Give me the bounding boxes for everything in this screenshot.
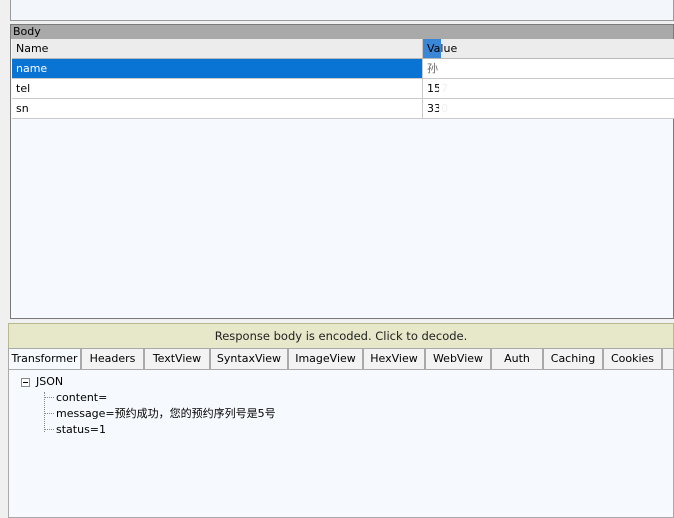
column-header-name[interactable]: Name bbox=[12, 39, 423, 58]
redaction-blur bbox=[439, 101, 579, 116]
inspector-tabs: Transformer Headers TextView SyntaxView … bbox=[0, 348, 674, 369]
tree-connector bbox=[44, 392, 45, 432]
tab-transformer[interactable]: Transformer bbox=[8, 348, 81, 369]
tab-cookies[interactable]: Cookies bbox=[603, 348, 662, 369]
redaction-blur bbox=[439, 81, 559, 96]
tree-node-content[interactable]: content= bbox=[56, 391, 107, 405]
request-body-grid: Body Name Value name 孙 tel 157 sn 330 bbox=[10, 24, 674, 319]
row-name-cell[interactable]: name bbox=[12, 59, 423, 78]
redaction-blur bbox=[439, 61, 559, 76]
row-name-cell[interactable]: tel bbox=[12, 79, 423, 98]
decode-notice-bar[interactable]: Response body is encoded. Click to decod… bbox=[8, 323, 674, 349]
table-row[interactable]: sn 330 bbox=[12, 99, 674, 119]
tab-hexview[interactable]: HexView bbox=[363, 348, 425, 369]
tab-imageview[interactable]: ImageView bbox=[288, 348, 363, 369]
collapse-icon[interactable] bbox=[21, 378, 30, 387]
row-value-cell[interactable]: 孙 bbox=[423, 59, 674, 78]
tree-connector bbox=[44, 397, 54, 398]
tab-auth[interactable]: Auth bbox=[491, 348, 543, 369]
tab-caching[interactable]: Caching bbox=[543, 348, 603, 369]
tree-root-json[interactable]: JSON bbox=[36, 375, 63, 389]
row-name-cell[interactable]: sn bbox=[12, 99, 423, 118]
tab-overflow[interactable] bbox=[662, 348, 674, 369]
row-value-cell[interactable]: 330 bbox=[423, 99, 674, 118]
tab-webview[interactable]: WebView bbox=[425, 348, 491, 369]
grid-header-row: Name Value bbox=[12, 39, 674, 59]
body-section-title: Body bbox=[11, 25, 673, 39]
json-tree-view: JSON content= message=预约成功，您的预约序列号是5号 st… bbox=[8, 369, 674, 518]
tree-node-message[interactable]: message=预约成功，您的预约序列号是5号 bbox=[56, 407, 276, 421]
tree-connector bbox=[44, 429, 54, 430]
row-value-text: 孙 bbox=[427, 62, 438, 75]
tab-headers[interactable]: Headers bbox=[81, 348, 144, 369]
row-value-cell[interactable]: 157 bbox=[423, 79, 674, 98]
tree-connector bbox=[44, 413, 54, 414]
tab-textview[interactable]: TextView bbox=[144, 348, 210, 369]
table-row[interactable]: tel 157 bbox=[12, 79, 674, 99]
tree-node-status[interactable]: status=1 bbox=[56, 423, 106, 437]
column-header-value[interactable]: Value bbox=[423, 39, 674, 58]
tab-syntaxview[interactable]: SyntaxView bbox=[210, 348, 288, 369]
table-row[interactable]: name 孙 bbox=[12, 59, 674, 79]
previous-panel bbox=[10, 0, 674, 21]
